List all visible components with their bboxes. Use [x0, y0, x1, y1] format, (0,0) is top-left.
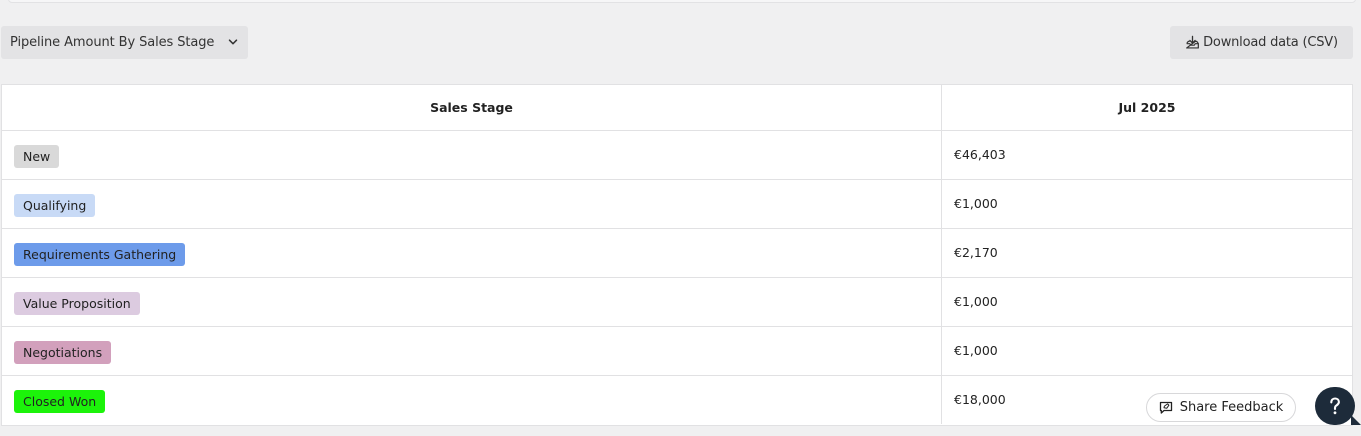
- stage-badge-closed-won: Closed Won: [14, 389, 106, 413]
- stage-cell: Requirements Gathering: [2, 228, 942, 278]
- share-feedback-label: Share Feedback: [1179, 400, 1284, 415]
- table-row: New €46,403: [2, 130, 1352, 180]
- report-toolbar: Pipeline Amount By Sales Stage Download …: [0, 0, 1361, 84]
- help-button-tail: [1351, 415, 1361, 425]
- report-select-dropdown[interactable]: Pipeline Amount By Sales Stage: [1, 26, 248, 59]
- feedback-chat-icon: [1159, 401, 1172, 414]
- table-row: Negotiations €1,000: [2, 326, 1352, 376]
- stage-cell: Value Proposition: [2, 277, 942, 327]
- amount-cell: €1,000: [941, 326, 1352, 376]
- amount-cell: €2,170: [941, 228, 1352, 278]
- question-mark-icon: [1330, 397, 1340, 415]
- stage-cell: Negotiations: [2, 326, 942, 376]
- stage-badge-requirements-gathering: Requirements Gathering: [14, 242, 186, 266]
- column-header-jul-2025[interactable]: Jul 2025: [941, 85, 1352, 131]
- amount-cell: €1,000: [941, 179, 1352, 229]
- table-row: Requirements Gathering €2,170: [2, 228, 1352, 278]
- data-table: Sales Stage Jul 2025 New €46,403 Qualify…: [2, 85, 1352, 424]
- stage-badge-negotiations: Negotiations: [14, 340, 112, 364]
- help-button[interactable]: [1315, 387, 1361, 425]
- table-header-row: Sales Stage Jul 2025: [2, 85, 1352, 131]
- download-csv-button[interactable]: Download data (CSV): [1170, 26, 1353, 59]
- stage-cell: Closed Won: [2, 375, 942, 424]
- stage-cell: Qualifying: [2, 179, 942, 229]
- download-tray-icon: [1186, 35, 1200, 49]
- download-csv-label: Download data (CSV): [1203, 35, 1338, 50]
- amount-cell: €46,403: [941, 130, 1352, 180]
- pipeline-table: Sales Stage Jul 2025 New €46,403 Qualify…: [1, 84, 1353, 426]
- chevron-down-icon: [228, 39, 238, 45]
- stage-badge-qualifying: Qualifying: [14, 193, 96, 217]
- table-row: Value Proposition €1,000: [2, 277, 1352, 327]
- column-header-sales-stage[interactable]: Sales Stage: [2, 85, 942, 131]
- stage-badge-value-proposition: Value Proposition: [14, 291, 140, 315]
- table-row: Qualifying €1,000: [2, 179, 1352, 229]
- stage-badge-new: New: [14, 144, 60, 168]
- report-select-value: Pipeline Amount By Sales Stage: [10, 35, 215, 50]
- stage-cell: New: [2, 130, 942, 180]
- share-feedback-button[interactable]: Share Feedback: [1146, 393, 1296, 422]
- amount-cell: €1,000: [941, 277, 1352, 327]
